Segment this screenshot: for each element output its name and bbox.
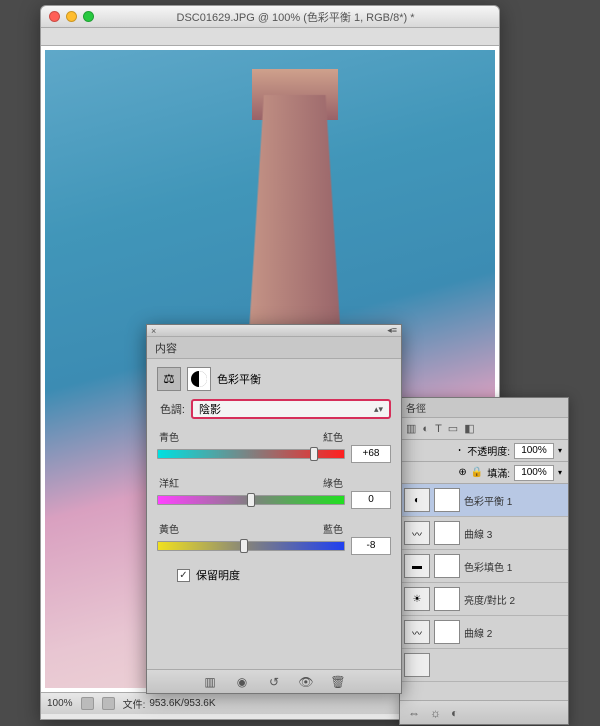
magenta-green-slider[interactable] [157,495,345,505]
preserve-luminosity-checkbox[interactable]: ✓ [177,569,190,582]
layer-name[interactable]: 曲線 2 [464,625,564,640]
yellow-blue-slider[interactable] [157,541,345,551]
chevron-icon[interactable]: ᛫ [456,444,463,458]
opacity-label: 不透明度: [467,443,510,458]
titlebar[interactable]: DSC01629.JPG @ 100% (色彩平衡 1, RGB/8*) * [41,6,499,28]
layer-item[interactable]: 〰 曲線 2 [400,616,568,649]
layers-panel: 各徑 ▥ ◐ T ▭ ◧ ᛫ 不透明度: 100% ▾ ⊕ 🔒 填滿: 100%… [399,397,569,725]
minimize-button[interactable] [66,11,77,22]
chevron-down-icon[interactable]: ▾ [558,468,562,477]
layers-filter-row: ▥ ◐ T ▭ ◧ [400,418,568,440]
layer-name[interactable]: 曲線 3 [464,526,564,541]
layers-footer: ⇔ ☼ ◐ [400,700,568,724]
visibility-icon[interactable]: 👁 [297,674,315,690]
slider-thumb[interactable] [247,493,255,507]
status-icon[interactable] [81,697,94,710]
panel-close-icon[interactable]: × [151,326,156,336]
layer-thumbnail[interactable]: ☀ [404,587,430,611]
reset-icon[interactable]: ↺ [265,674,283,690]
opacity-row: ᛫ 不透明度: 100% ▾ [400,440,568,462]
view-previous-icon[interactable]: ◉ [233,674,251,690]
window-title: DSC01629.JPG @ 100% (色彩平衡 1, RGB/8*) * [100,9,491,25]
cyan-red-slider[interactable] [157,449,345,459]
layer-item[interactable]: 〰 曲線 3 [400,517,568,550]
panel-menu-icon[interactable]: ◂≡ [387,325,397,336]
layer-item[interactable]: ▬ 色彩填色 1 [400,550,568,583]
filter-icon[interactable]: ▥ [406,422,416,435]
red-label: 紅色 [323,429,343,444]
layer-list: ◐ 色彩平衡 1 〰 曲線 3 ▬ 色彩填色 1 ☀ 亮度/對比 2 〰 曲線 … [400,484,568,682]
green-label: 綠色 [323,475,343,490]
lock-icon[interactable]: ⊕ [458,467,466,478]
fill-input[interactable]: 100% [514,465,554,481]
layer-mask[interactable] [434,554,460,578]
opacity-input[interactable]: 100% [514,443,554,459]
fill-row: ⊕ 🔒 填滿: 100% ▾ [400,462,568,484]
layer-thumbnail[interactable] [404,653,430,677]
filter-icon[interactable]: ◧ [464,422,474,435]
filter-icon[interactable]: ▭ [448,422,458,435]
yellow-label: 黃色 [159,521,179,536]
magenta-green-value[interactable]: 0 [351,491,391,509]
blue-label: 藍色 [323,521,343,536]
zoom-button[interactable] [83,11,94,22]
zoom-level[interactable]: 100% [47,698,73,709]
clip-icon[interactable]: ▥ [201,674,219,690]
cyan-red-value[interactable]: +68 [351,445,391,463]
yellow-blue-value[interactable]: -8 [351,537,391,555]
tone-label: 色調: [157,401,185,417]
layer-item[interactable]: ☀ 亮度/對比 2 [400,583,568,616]
layer-mask[interactable] [434,488,460,512]
slider-thumb[interactable] [240,539,248,553]
preserve-luminosity-label: 保留明度 [196,567,240,583]
filter-icon[interactable]: ◐ [422,423,429,435]
tone-value: 陰影 [199,401,221,417]
mask-icon[interactable] [187,367,211,391]
layer-thumbnail[interactable]: 〰 [404,521,430,545]
chevron-down-icon[interactable]: ▾ [558,446,562,455]
layer-thumbnail[interactable]: 〰 [404,620,430,644]
properties-panel: × ◂≡ 内容 ⚖ 色彩平衡 色調: 陰影 ▴▾ 青色 紅色 +6 [146,324,402,694]
tone-dropdown[interactable]: 陰影 ▴▾ [191,399,391,419]
close-button[interactable] [49,11,60,22]
status-icon[interactable] [102,697,115,710]
layer-name[interactable]: 色彩填色 1 [464,559,564,574]
layer-thumbnail[interactable]: ◐ [404,488,430,512]
fx-icon[interactable]: ☼ [430,706,441,720]
layer-mask[interactable] [434,620,460,644]
layer-mask[interactable] [434,521,460,545]
magenta-label: 洋紅 [159,475,179,490]
panel-title[interactable]: 内容 [147,337,401,359]
panel-grip[interactable]: × ◂≡ [147,325,401,337]
layer-thumbnail[interactable]: ▬ [404,554,430,578]
file-label: 文件: [123,696,146,711]
cyan-label: 青色 [159,429,179,444]
layer-item[interactable] [400,649,568,682]
panel-footer: ▥ ◉ ↺ 👁 🗑 [147,669,401,693]
document-tab[interactable] [41,28,499,46]
adjustment-name: 色彩平衡 [217,371,261,387]
layer-name[interactable]: 亮度/對比 2 [464,592,564,607]
balance-icon[interactable]: ⚖ [157,367,181,391]
trash-icon[interactable]: 🗑 [329,674,347,690]
layers-tab[interactable]: 各徑 [400,398,568,418]
layer-item[interactable]: ◐ 色彩平衡 1 [400,484,568,517]
lock-icon[interactable]: 🔒 [471,467,483,478]
chevron-updown-icon: ▴▾ [374,404,383,415]
link-icon[interactable]: ⇔ [408,706,420,720]
fill-label: 填滿: [487,465,510,480]
layer-mask[interactable] [434,587,460,611]
mask-icon[interactable]: ◐ [451,706,458,720]
file-size: 953.6K/953.6K [149,698,215,709]
slider-thumb[interactable] [310,447,318,461]
layer-name[interactable]: 色彩平衡 1 [464,493,564,508]
filter-text-icon[interactable]: T [435,423,442,435]
